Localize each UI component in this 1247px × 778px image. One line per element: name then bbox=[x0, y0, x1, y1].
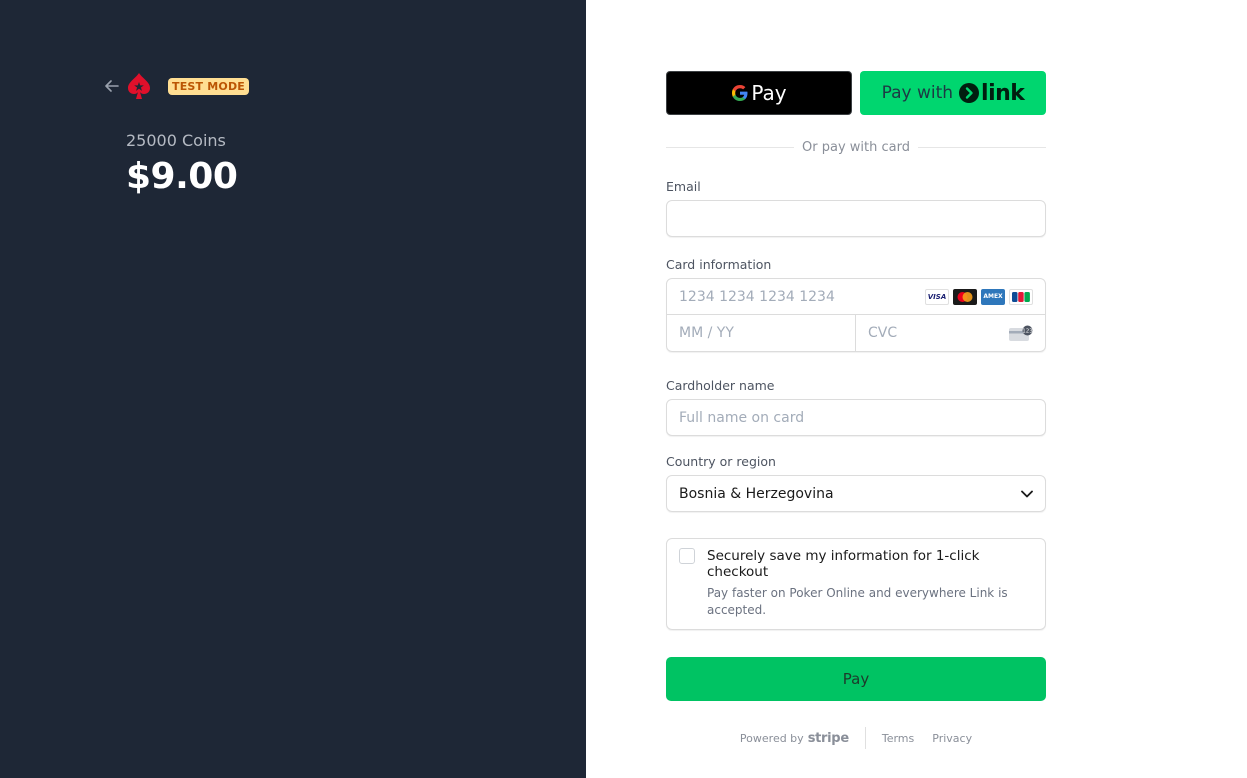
cardholder-label: Cardholder name bbox=[666, 378, 775, 393]
card-label: Card information bbox=[666, 257, 772, 272]
product-price: $9.00 bbox=[126, 156, 238, 197]
card-input-group: 1234 1234 1234 1234 VISA AMEX MM / YY CV… bbox=[666, 278, 1046, 352]
link-logo: link bbox=[959, 80, 1025, 106]
card-expiry-cvc-row: MM / YY CVC 123 bbox=[667, 315, 1045, 351]
country-label: Country or region bbox=[666, 454, 776, 469]
pokerstars-logo-icon[interactable] bbox=[126, 72, 152, 100]
cvc-placeholder: CVC bbox=[868, 325, 898, 341]
powered-by-stripe[interactable]: Powered by stripe bbox=[740, 731, 849, 746]
pay-with-link-button[interactable]: Pay with link bbox=[860, 71, 1046, 115]
terms-link[interactable]: Terms bbox=[882, 732, 914, 745]
svg-text:123: 123 bbox=[1022, 329, 1033, 335]
chevron-down-icon bbox=[1021, 490, 1033, 497]
divider-line-left bbox=[666, 147, 794, 148]
test-mode-badge: TEST MODE bbox=[168, 77, 250, 95]
save-info-checkbox[interactable] bbox=[679, 548, 695, 564]
card-brands: VISA AMEX bbox=[925, 288, 1033, 305]
amex-icon: AMEX bbox=[981, 288, 1005, 305]
visa-icon: VISA bbox=[925, 288, 949, 305]
email-label: Email bbox=[666, 179, 701, 194]
back-arrow-icon[interactable] bbox=[104, 78, 120, 94]
country-select[interactable]: Bosnia & Herzegovina bbox=[666, 475, 1046, 512]
divider-text: Or pay with card bbox=[802, 139, 910, 155]
footer: Powered by stripe Terms Privacy bbox=[666, 727, 1046, 749]
cvc-field[interactable]: CVC 123 bbox=[856, 315, 1045, 351]
mastercard-icon bbox=[953, 288, 977, 305]
country-selected-value: Bosnia & Herzegovina bbox=[679, 485, 834, 502]
footer-separator bbox=[864, 727, 866, 749]
google-pay-button[interactable]: Pay bbox=[666, 71, 852, 115]
pay-button[interactable]: Pay bbox=[666, 657, 1046, 701]
card-number-field[interactable]: 1234 1234 1234 1234 VISA AMEX bbox=[667, 279, 1045, 315]
link-save-option: Securely save my information for 1-click… bbox=[666, 538, 1046, 630]
link-word: link bbox=[981, 80, 1025, 106]
save-info-text: Securely save my information for 1-click… bbox=[707, 548, 1033, 619]
order-summary-panel: TEST MODE 25000 Coins $9.00 bbox=[0, 0, 586, 778]
country-section: Country or region Bosnia & Herzegovina bbox=[666, 454, 1046, 512]
cardholder-section: Cardholder name Full name on card bbox=[666, 378, 1046, 436]
expiry-field[interactable]: MM / YY bbox=[667, 315, 856, 351]
email-section: Email bbox=[666, 179, 1046, 237]
link-arrow-icon bbox=[959, 83, 980, 103]
email-field[interactable] bbox=[666, 200, 1046, 237]
product-name: 25000 Coins bbox=[126, 131, 226, 150]
privacy-link[interactable]: Privacy bbox=[932, 732, 972, 745]
cardholder-name-field[interactable]: Full name on card bbox=[666, 399, 1046, 436]
card-number-placeholder: 1234 1234 1234 1234 bbox=[679, 288, 835, 305]
stripe-logo: stripe bbox=[807, 730, 849, 746]
cvc-card-icon: 123 bbox=[1009, 325, 1033, 341]
link-prefix-label: Pay with bbox=[881, 83, 954, 103]
divider-line-right bbox=[918, 147, 1046, 148]
google-g-icon bbox=[732, 85, 748, 101]
card-section: Card information 1234 1234 1234 1234 VIS… bbox=[666, 257, 1046, 352]
google-pay-label: Pay bbox=[751, 81, 787, 105]
expiry-placeholder: MM / YY bbox=[679, 325, 734, 341]
or-divider: Or pay with card bbox=[666, 139, 1046, 155]
merchant-header: TEST MODE bbox=[104, 72, 250, 100]
jcb-icon bbox=[1009, 288, 1033, 305]
payment-form: Pay Pay with link Or pay with card Email… bbox=[666, 71, 1046, 749]
wallet-buttons: Pay Pay with link bbox=[666, 71, 1046, 115]
save-info-title: Securely save my information for 1-click… bbox=[707, 548, 980, 580]
save-info-description: Pay faster on Poker Online and everywher… bbox=[707, 586, 1008, 617]
powered-by-label: Powered by bbox=[739, 731, 804, 745]
